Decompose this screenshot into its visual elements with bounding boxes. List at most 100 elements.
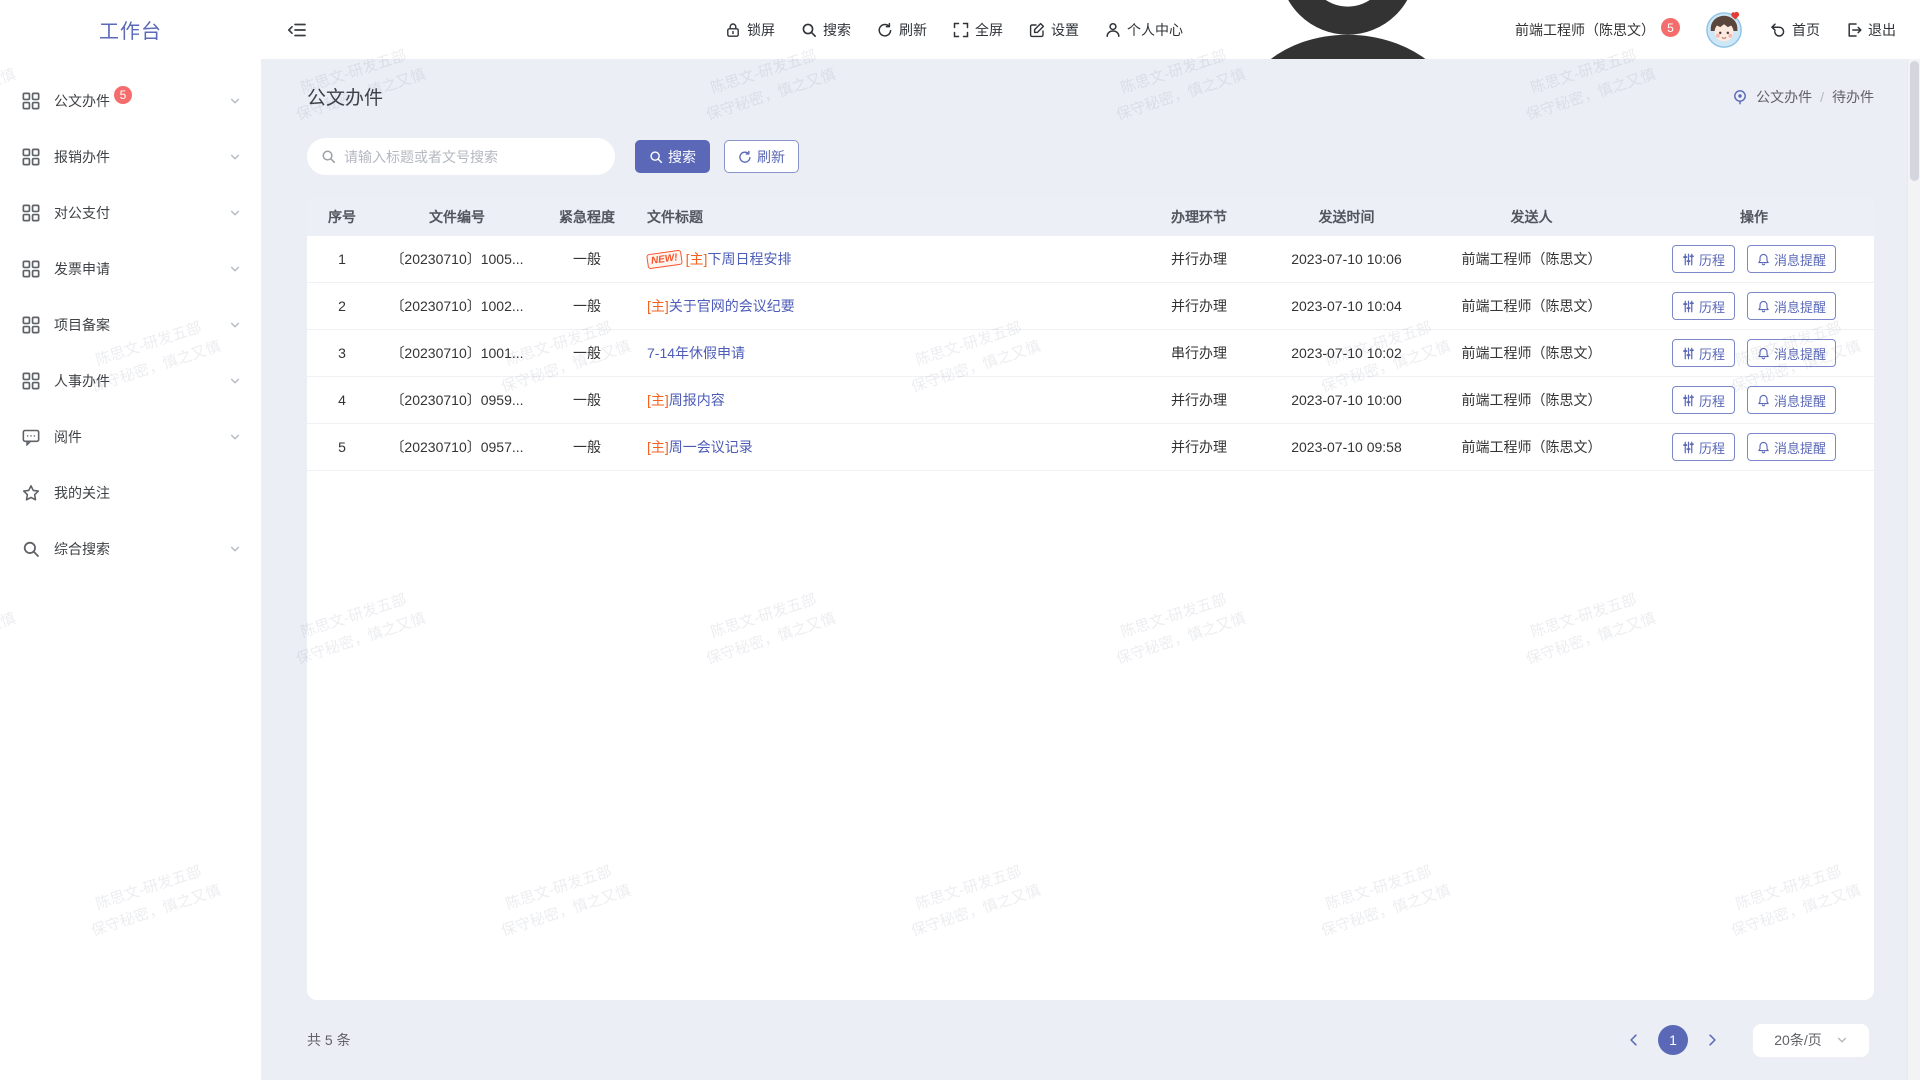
topbar-item-label: 个人中心 — [1127, 20, 1183, 40]
refresh-icon — [877, 22, 893, 38]
col-header-doc-no: 文件编号 — [377, 207, 537, 227]
col-header-sender: 发送人 — [1429, 207, 1634, 227]
table-row[interactable]: 2 〔20230710〕1002... 一般 NEW! [主] 关于官网的会议纪… — [307, 283, 1874, 330]
row-actions: 历程 消息提醒 — [1634, 339, 1874, 367]
search-icon — [801, 22, 817, 38]
message-reminder-button[interactable]: 消息提醒 — [1747, 339, 1836, 367]
user-icon — [1105, 22, 1121, 38]
sidebar-fold-icon[interactable] — [287, 20, 307, 40]
message-reminder-button[interactable]: 消息提醒 — [1747, 245, 1836, 273]
topbar-item-label: 锁屏 — [747, 20, 775, 40]
search-input[interactable] — [344, 149, 601, 165]
documents-table: 序号 文件编号 紧急程度 文件标题 办理环节 发送时间 发送人 操作 1 〔20… — [307, 198, 1874, 1000]
row-time: 2023-07-10 10:04 — [1264, 298, 1429, 314]
row-title-cell: NEW! [主] 下周日程安排 — [637, 249, 1134, 269]
home-link[interactable]: 首页 — [1770, 20, 1820, 40]
sidebar-item[interactable]: 报销办件 — [0, 129, 261, 185]
row-sender: 前端工程师（陈思文） — [1429, 249, 1634, 269]
new-badge: NEW! — [646, 249, 682, 269]
row-title-cell: NEW! [主] 关于官网的会议纪要 — [637, 296, 1134, 316]
col-header-step: 办理环节 — [1134, 207, 1264, 227]
sidebar-item[interactable]: 阅件 — [0, 409, 261, 465]
row-actions: 历程 消息提醒 — [1634, 292, 1874, 320]
sidebar-item[interactable]: 我的关注 — [0, 465, 261, 521]
topbar-item[interactable]: 全屏 — [953, 20, 1003, 40]
refresh-button[interactable]: 刷新 — [724, 140, 799, 173]
location-pin-icon — [1732, 89, 1748, 105]
row-urgency: 一般 — [537, 296, 637, 316]
sidebar-item[interactable]: 项目备案 — [0, 297, 261, 353]
row-sender: 前端工程师（陈思文） — [1429, 390, 1634, 410]
prev-page-button[interactable] — [1620, 1026, 1648, 1054]
logout-label: 退出 — [1868, 20, 1896, 40]
row-time: 2023-07-10 10:00 — [1264, 392, 1429, 408]
scrollbar-track[interactable] — [1907, 59, 1920, 1080]
chevron-down-icon — [229, 207, 241, 219]
logout-icon — [1846, 22, 1862, 38]
topbar-item[interactable]: 搜索 — [801, 20, 851, 40]
document-title-link[interactable]: 下周日程安排 — [707, 249, 791, 269]
document-title-link[interactable]: 7-14年休假申请 — [647, 343, 745, 363]
history-button[interactable]: 历程 — [1672, 292, 1735, 320]
col-header-urgency: 紧急程度 — [537, 207, 637, 227]
logout-link[interactable]: 退出 — [1846, 20, 1896, 40]
row-urgency: 一般 — [537, 343, 637, 363]
sidebar-item[interactable]: 综合搜索 — [0, 521, 261, 577]
doc-tag: [主] — [686, 249, 708, 269]
bell-icon — [1757, 441, 1770, 454]
history-button[interactable]: 历程 — [1672, 339, 1735, 367]
document-title-link[interactable]: 周一会议记录 — [669, 437, 753, 457]
next-page-button[interactable] — [1698, 1026, 1726, 1054]
page-size-select[interactable]: 20条/页 — [1752, 1023, 1870, 1058]
history-button[interactable]: 历程 — [1672, 433, 1735, 461]
col-header-title: 文件标题 — [637, 207, 1134, 227]
bell-icon — [1757, 300, 1770, 313]
refresh-icon — [738, 150, 752, 164]
sidebar-item-label: 项目备案 — [54, 315, 110, 335]
message-reminder-button[interactable]: 消息提醒 — [1747, 433, 1836, 461]
avatar[interactable] — [1706, 11, 1744, 49]
row-doc-no: 〔20230710〕1002... — [377, 296, 537, 316]
search-toolbar: 搜索 刷新 — [307, 138, 1874, 175]
row-doc-no: 〔20230710〕0957... — [377, 437, 537, 457]
message-reminder-button[interactable]: 消息提醒 — [1747, 386, 1836, 414]
topbar-item[interactable]: 设置 — [1029, 20, 1079, 40]
topbar-item[interactable]: 个人中心 — [1105, 20, 1183, 40]
settings-icon — [1029, 22, 1045, 38]
document-title-link[interactable]: 关于官网的会议纪要 — [669, 296, 795, 316]
table-row[interactable]: 4 〔20230710〕0959... 一般 NEW! [主] 周报内容 并行办… — [307, 377, 1874, 424]
row-step: 并行办理 — [1134, 437, 1264, 457]
sliders-icon — [1682, 347, 1695, 360]
doc-tag: [主] — [647, 437, 669, 457]
document-title-link[interactable]: 周报内容 — [669, 390, 725, 410]
sidebar-item[interactable]: 对公支付 — [0, 185, 261, 241]
sidebar-item-label: 公文办件 — [54, 91, 110, 111]
sidebar-item-label: 综合搜索 — [54, 539, 110, 559]
row-step: 并行办理 — [1134, 249, 1264, 269]
scrollbar-thumb[interactable] — [1910, 61, 1919, 181]
topbar-item[interactable]: 刷新 — [877, 20, 927, 40]
sidebar-item[interactable]: 发票申请 — [0, 241, 261, 297]
row-time: 2023-07-10 10:02 — [1264, 345, 1429, 361]
sliders-icon — [1682, 300, 1695, 313]
breadcrumb: 公文办件 / 待办件 — [1732, 87, 1874, 107]
topbar-item[interactable]: 锁屏 — [725, 20, 775, 40]
table-row[interactable]: 1 〔20230710〕1005... 一般 NEW! [主] 下周日程安排 并… — [307, 236, 1874, 283]
page-size-value: 20条/页 — [1774, 1030, 1821, 1050]
search-button[interactable]: 搜索 — [635, 140, 710, 173]
row-time: 2023-07-10 09:58 — [1264, 439, 1429, 455]
search-icon — [22, 540, 40, 558]
sidebar-item[interactable]: 人事办件 — [0, 353, 261, 409]
breadcrumb-root[interactable]: 公文办件 — [1756, 87, 1812, 107]
sliders-icon — [1682, 394, 1695, 407]
page-number-button[interactable]: 1 — [1658, 1025, 1688, 1055]
sidebar-item[interactable]: 公文办件 5 — [0, 73, 261, 129]
history-button[interactable]: 历程 — [1672, 245, 1735, 273]
table-row[interactable]: 5 〔20230710〕0957... 一般 NEW! [主] 周一会议记录 并… — [307, 424, 1874, 471]
history-button[interactable]: 历程 — [1672, 386, 1735, 414]
table-row[interactable]: 3 〔20230710〕1001... 一般 NEW! 7-14年休假申请 串行… — [307, 330, 1874, 377]
row-index: 1 — [307, 251, 377, 267]
row-title-cell: NEW! 7-14年休假申请 — [637, 343, 1134, 363]
message-reminder-button[interactable]: 消息提醒 — [1747, 292, 1836, 320]
col-header-index: 序号 — [307, 207, 377, 227]
